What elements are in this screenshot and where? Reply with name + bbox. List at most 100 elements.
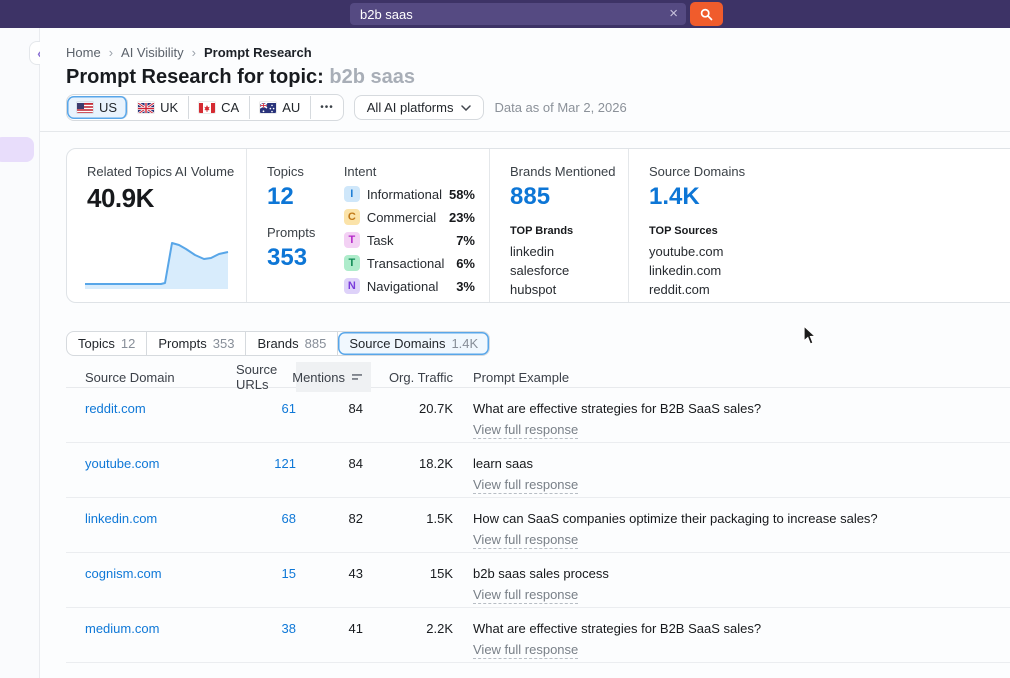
country-tab-uk[interactable]: UK <box>128 96 189 119</box>
source-urls-value[interactable]: 38 <box>282 621 296 636</box>
us-flag-icon <box>77 102 93 113</box>
country-label: AU <box>282 100 300 115</box>
ai-platform-dropdown[interactable]: All AI platforms <box>354 95 485 120</box>
org-traffic-value: 15K <box>371 553 453 581</box>
brands-label: Brands Mentioned <box>510 164 628 179</box>
prompts-value: 353 <box>267 244 344 272</box>
country-label: UK <box>160 100 178 115</box>
table-row: medium.com 38 41 2.2K What are effective… <box>66 608 1010 663</box>
task-badge-icon: T <box>344 232 360 248</box>
page-title-prefix: Prompt Research for topic: <box>66 66 329 88</box>
country-tab-ca[interactable]: CA <box>189 96 250 119</box>
brands-mentioned-column: Brands Mentioned 885 TOP Brands linkedin… <box>489 149 628 302</box>
chevron-down-icon <box>461 105 471 111</box>
intent-row-transactional: T Transactional 6% <box>344 255 475 271</box>
clear-search-icon[interactable]: × <box>661 3 686 25</box>
domain-link[interactable]: linkedin.com <box>85 511 157 526</box>
ai-volume-label: Related Topics AI Volume <box>87 164 246 179</box>
view-full-response-link[interactable]: View full response <box>473 642 578 659</box>
intent-row-navigational: N Navigational 3% <box>344 278 475 294</box>
header-divider <box>40 131 1010 132</box>
topics-value: 12 <box>267 183 344 211</box>
ai-volume-value: 40.9K <box>87 183 246 214</box>
summary-stats-card: Related Topics AI Volume 40.9K Topics 12… <box>66 148 1010 303</box>
intent-percent: 58% <box>449 187 475 202</box>
prompt-example-text: What are effective strategies for B2B Sa… <box>473 621 1010 636</box>
intent-name: Task <box>367 233 449 248</box>
prompts-label: Prompts <box>267 225 344 240</box>
table-header-row: Source Domain Source URLs Mentions Org. … <box>66 362 1010 388</box>
top-source-item: youtube.com <box>649 242 1010 261</box>
top-brand-item: hubspot <box>510 280 628 299</box>
prompt-example-text: learn saas <box>473 456 1010 471</box>
view-full-response-link[interactable]: View full response <box>473 532 578 549</box>
main-content: Home › AI Visibility › Prompt Research P… <box>40 28 1010 678</box>
intent-row-commercial: C Commercial 23% <box>344 209 475 225</box>
source-domains-column: Source Domains 1.4K TOP Sources youtube.… <box>628 149 1010 302</box>
tab-label: Topics <box>78 336 115 351</box>
breadcrumb-home[interactable]: Home <box>66 45 101 60</box>
tab-brands[interactable]: Brands 885 <box>246 332 338 355</box>
breadcrumb-ai-visibility[interactable]: AI Visibility <box>121 45 184 60</box>
topics-label: Topics <box>267 164 344 179</box>
filter-row: US UK <box>66 94 627 121</box>
org-traffic-value: 1.5K <box>371 498 453 526</box>
country-label: CA <box>221 100 239 115</box>
tab-count: 1.4K <box>451 336 478 351</box>
commercial-badge-icon: C <box>344 209 360 225</box>
brands-value: 885 <box>510 183 628 211</box>
breadcrumb-current: Prompt Research <box>204 45 312 60</box>
country-selector: US UK <box>66 94 344 121</box>
topics-prompts-block: Topics 12 Prompts 353 <box>267 164 344 302</box>
top-source-item: linkedin.com <box>649 261 1010 280</box>
tab-prompts[interactable]: Prompts 353 <box>147 332 246 355</box>
tab-topics[interactable]: Topics 12 <box>67 332 147 355</box>
navigational-badge-icon: N <box>344 278 360 294</box>
sidebar-active-item[interactable] <box>0 137 34 162</box>
top-brands-label: TOP Brands <box>510 225 628 237</box>
domain-link[interactable]: youtube.com <box>85 456 159 471</box>
country-tab-us[interactable]: US <box>67 96 128 119</box>
intent-name: Navigational <box>367 279 449 294</box>
ai-platform-dropdown-label: All AI platforms <box>367 100 454 115</box>
org-traffic-value: 18.2K <box>371 443 453 471</box>
ai-volume-sparkline <box>85 231 229 292</box>
search-button[interactable] <box>690 2 723 26</box>
search-icon <box>700 8 713 21</box>
global-search[interactable]: × <box>350 3 686 25</box>
tab-source-domains[interactable]: Source Domains 1.4K <box>338 332 489 355</box>
country-label: US <box>99 100 117 115</box>
search-input[interactable] <box>350 7 661 22</box>
tab-label: Source Domains <box>349 336 445 351</box>
breadcrumb: Home › AI Visibility › Prompt Research <box>66 45 312 60</box>
source-domains-table: Source Domain Source URLs Mentions Org. … <box>66 362 1010 663</box>
tab-label: Brands <box>257 336 298 351</box>
intent-name: Informational <box>367 187 442 202</box>
domain-link[interactable]: medium.com <box>85 621 159 636</box>
uk-flag-icon <box>138 102 154 113</box>
top-source-item: reddit.com <box>649 280 1010 299</box>
country-tab-au[interactable]: AU <box>250 96 311 119</box>
view-full-response-link[interactable]: View full response <box>473 477 578 494</box>
intent-label: Intent <box>344 164 475 179</box>
source-urls-value[interactable]: 61 <box>282 401 296 416</box>
prompt-example-text: What are effective strategies for B2B Sa… <box>473 401 1010 416</box>
tab-count: 12 <box>121 336 135 351</box>
source-urls-value[interactable]: 68 <box>282 511 296 526</box>
table-row: youtube.com 121 84 18.2K learn saas View… <box>66 443 1010 498</box>
source-urls-value[interactable]: 15 <box>282 566 296 581</box>
more-countries-button[interactable]: ••• <box>311 95 343 120</box>
intent-name: Commercial <box>367 210 442 225</box>
transactional-badge-icon: T <box>344 255 360 271</box>
domain-link[interactable]: reddit.com <box>85 401 146 416</box>
view-full-response-link[interactable]: View full response <box>473 422 578 439</box>
au-flag-icon <box>260 102 276 113</box>
tab-count: 353 <box>213 336 235 351</box>
view-full-response-link[interactable]: View full response <box>473 587 578 604</box>
intent-percent: 23% <box>449 210 475 225</box>
domain-link[interactable]: cognism.com <box>85 566 162 581</box>
org-traffic-value: 2.2K <box>371 608 453 636</box>
collapsed-sidebar <box>0 28 40 678</box>
source-urls-value[interactable]: 121 <box>274 456 296 471</box>
org-traffic-value: 20.7K <box>371 388 453 416</box>
